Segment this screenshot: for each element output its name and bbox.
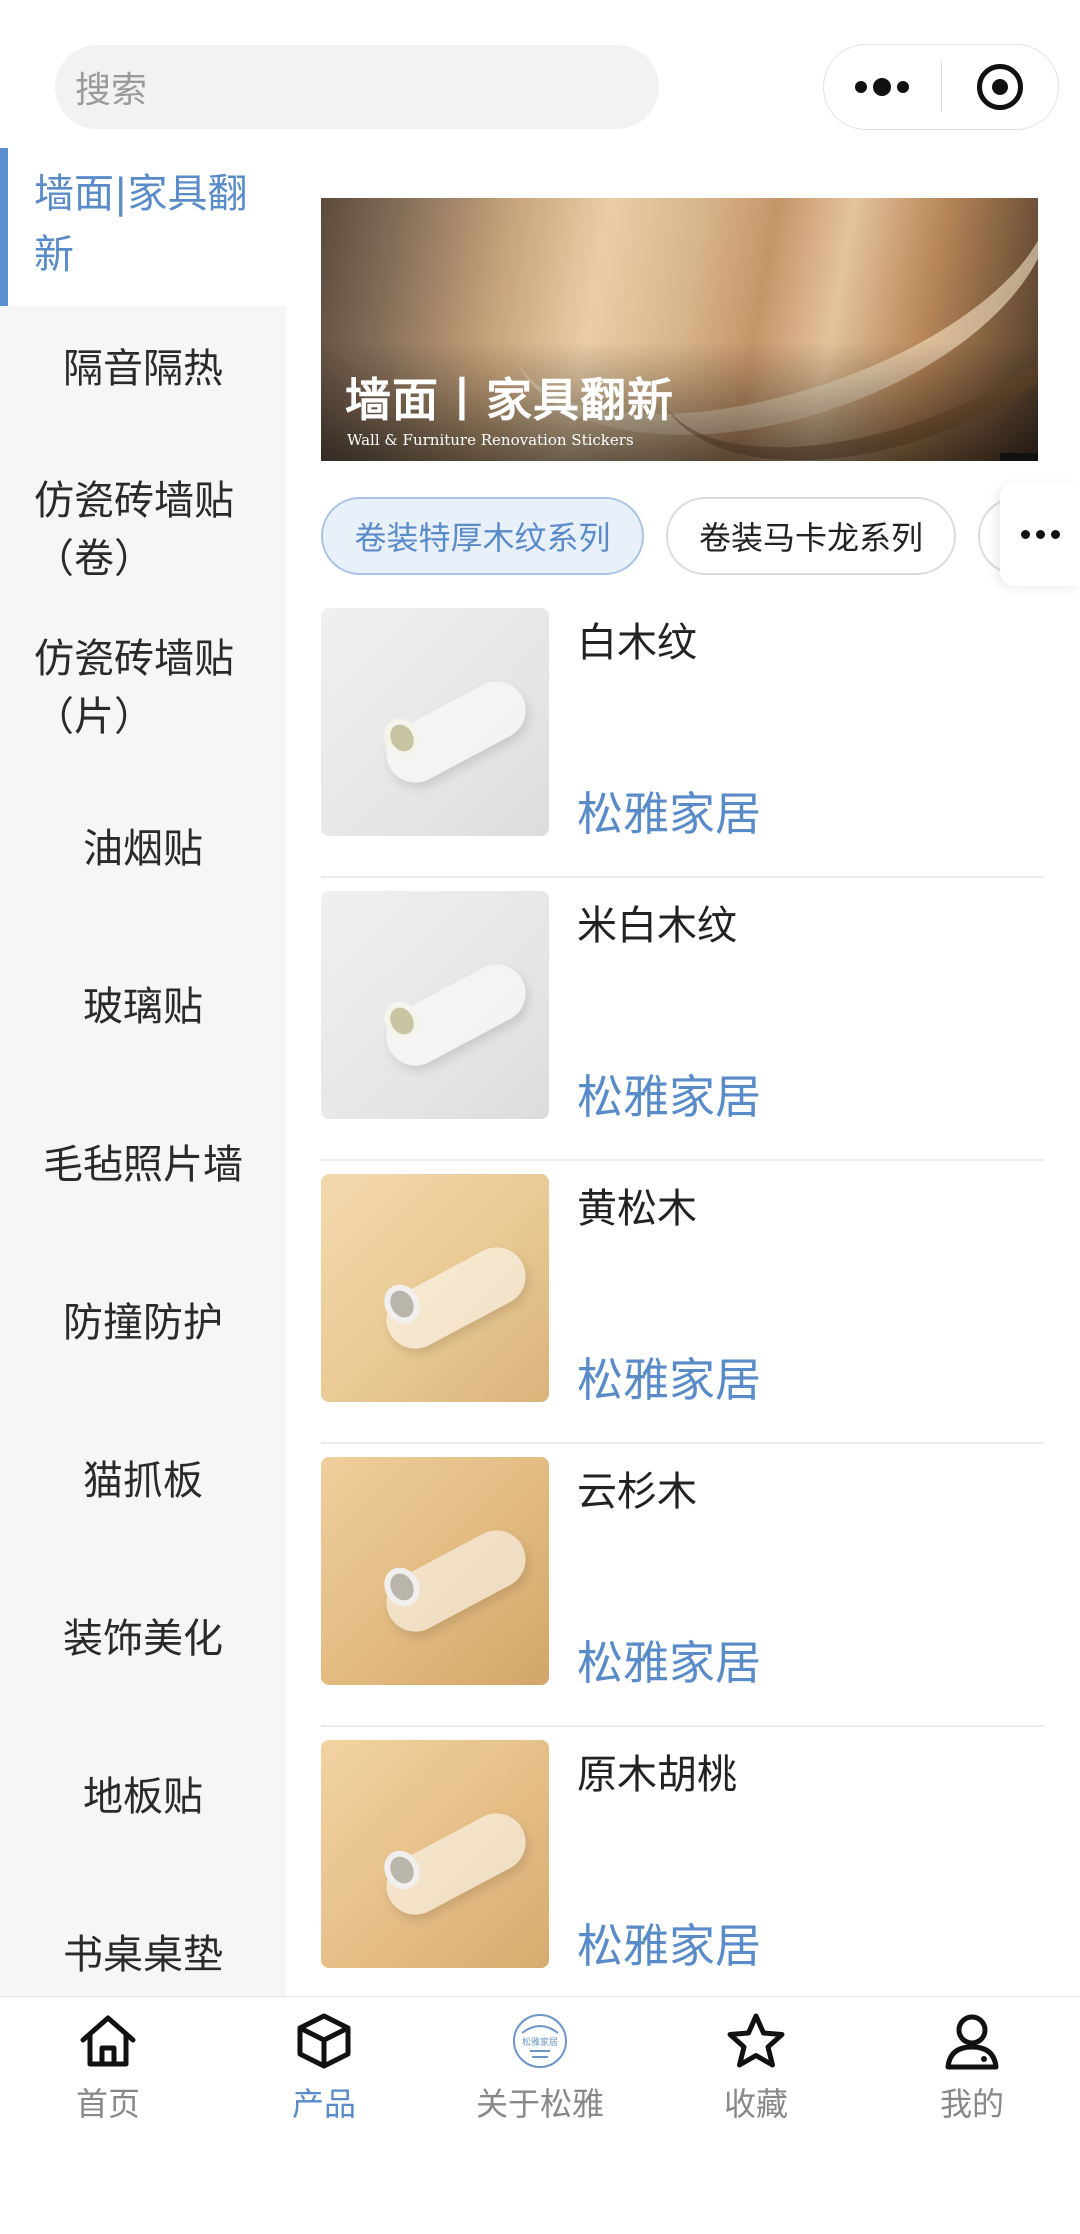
banner-title: 墙面丨家具翻新 xyxy=(345,373,674,427)
product-item[interactable]: 米白木纹 松雅家居 xyxy=(321,891,1044,1174)
active-indicator xyxy=(0,148,8,306)
close-program-button[interactable] xyxy=(941,45,1058,129)
product-image xyxy=(321,891,549,1119)
product-name: 白木纹 xyxy=(577,620,697,666)
tab-favorites[interactable]: 收藏 xyxy=(648,2011,864,2131)
sidebar-item-cat-scratch[interactable]: 猫抓板 xyxy=(0,1428,286,1534)
tab-about[interactable]: 松雅家居 关于松雅 xyxy=(432,2011,648,2131)
banner-subtitle: Wall & Furniture Renovation Stickers xyxy=(347,431,634,449)
chip-next-series[interactable] xyxy=(978,497,1001,575)
sidebar-item-active[interactable]: 墙面|家具翻新 xyxy=(0,148,286,306)
sidebar-item-glass[interactable]: 玻璃贴 xyxy=(0,954,286,1060)
product-brand: 松雅家居 xyxy=(577,1070,761,1124)
tab-home[interactable]: 首页 xyxy=(0,2011,216,2131)
chip-macaron-series[interactable]: 卷装马卡龙系列 xyxy=(666,497,956,575)
page: 搜索 墙面|家具翻新 隔音隔热 仿瓷砖墙贴（卷） 仿瓷砖墙贴（片） 油烟贴 玻璃… xyxy=(0,0,1080,2234)
sidebar-item-decor[interactable]: 装饰美化 xyxy=(0,1586,286,1692)
sidebar-item-tile-roll[interactable]: 仿瓷砖墙贴（卷） xyxy=(0,470,286,590)
user-icon xyxy=(942,2011,1002,2071)
sidebar-item-soundproof[interactable]: 隔音隔热 xyxy=(0,316,286,422)
sidebar-item-bumper[interactable]: 防撞防护 xyxy=(0,1270,286,1376)
chip-thick-wood-series[interactable]: 卷装特厚木纹系列 xyxy=(321,497,644,575)
series-filter-chips: 卷装特厚木纹系列 卷装马卡龙系列 xyxy=(321,497,1001,575)
product-name: 原木胡桃 xyxy=(577,1752,737,1798)
sidebar-item-floor[interactable]: 地板贴 xyxy=(0,1744,286,1850)
divider xyxy=(321,876,1044,878)
top-bar: 搜索 xyxy=(0,0,1080,150)
product-image xyxy=(321,1457,549,1685)
product-brand: 松雅家居 xyxy=(577,1353,761,1407)
product-item[interactable]: 原木胡桃 松雅家居 xyxy=(321,1740,1044,2023)
divider xyxy=(321,1159,1044,1161)
tab-label: 我的 xyxy=(939,2085,1004,2123)
star-icon xyxy=(726,2011,786,2071)
more-options-button[interactable] xyxy=(824,45,941,129)
home-icon xyxy=(78,2011,138,2071)
product-brand: 松雅家居 xyxy=(577,1636,761,1690)
tab-label: 产品 xyxy=(291,2085,356,2123)
tab-label: 收藏 xyxy=(723,2085,788,2123)
product-name: 黄松木 xyxy=(577,1186,697,1232)
sidebar-item-label: 墙面|家具翻新 xyxy=(34,171,248,278)
product-item[interactable]: 黄松木 松雅家居 xyxy=(321,1174,1044,1457)
bottom-tab-bar: 首页 产品 松雅家居 关于松雅 收藏 我的 xyxy=(0,1996,1080,2234)
sidebar-item-felt-wall[interactable]: 毛毡照片墙 xyxy=(0,1112,286,1218)
product-name: 米白木纹 xyxy=(577,903,737,949)
category-sidebar: 墙面|家具翻新 隔音隔热 仿瓷砖墙贴（卷） 仿瓷砖墙贴（片） 油烟贴 玻璃贴 毛… xyxy=(0,148,286,1996)
search-placeholder: 搜索 xyxy=(75,70,148,111)
product-item[interactable]: 白木纹 松雅家居 xyxy=(321,608,1044,891)
product-image xyxy=(321,1174,549,1402)
more-dots-icon xyxy=(855,78,910,96)
tab-products[interactable]: 产品 xyxy=(216,2011,432,2131)
more-series-button[interactable] xyxy=(1000,483,1080,586)
product-brand: 松雅家居 xyxy=(577,1919,761,1973)
product-brand: 松雅家居 xyxy=(577,787,761,841)
tab-label: 关于松雅 xyxy=(475,2085,604,2123)
product-image xyxy=(321,608,549,836)
sidebar-item-tile-sheet[interactable]: 仿瓷砖墙贴（片） xyxy=(0,628,286,748)
category-banner: 墙面丨家具翻新 Wall & Furniture Renovation Stic… xyxy=(321,198,1038,461)
logo-icon: 松雅家居 xyxy=(510,2011,570,2071)
ellipsis-icon xyxy=(1020,530,1060,539)
product-name: 云杉木 xyxy=(577,1469,697,1515)
sidebar-item-oilproof[interactable]: 油烟贴 xyxy=(0,796,286,902)
search-input[interactable]: 搜索 xyxy=(55,45,659,129)
product-image xyxy=(321,1740,549,1968)
target-icon xyxy=(976,64,1023,110)
box-icon xyxy=(294,2011,354,2071)
tab-mine[interactable]: 我的 xyxy=(864,2011,1080,2131)
svg-text:松雅家居: 松雅家居 xyxy=(522,2036,558,2048)
divider xyxy=(321,1725,1044,1727)
product-item[interactable]: 云杉木 松雅家居 xyxy=(321,1457,1044,1740)
tab-label: 首页 xyxy=(75,2085,140,2123)
mini-program-capsule xyxy=(823,44,1059,130)
divider xyxy=(321,1442,1044,1444)
sidebar-item-desk-mat[interactable]: 书桌桌垫 xyxy=(0,1902,286,1996)
